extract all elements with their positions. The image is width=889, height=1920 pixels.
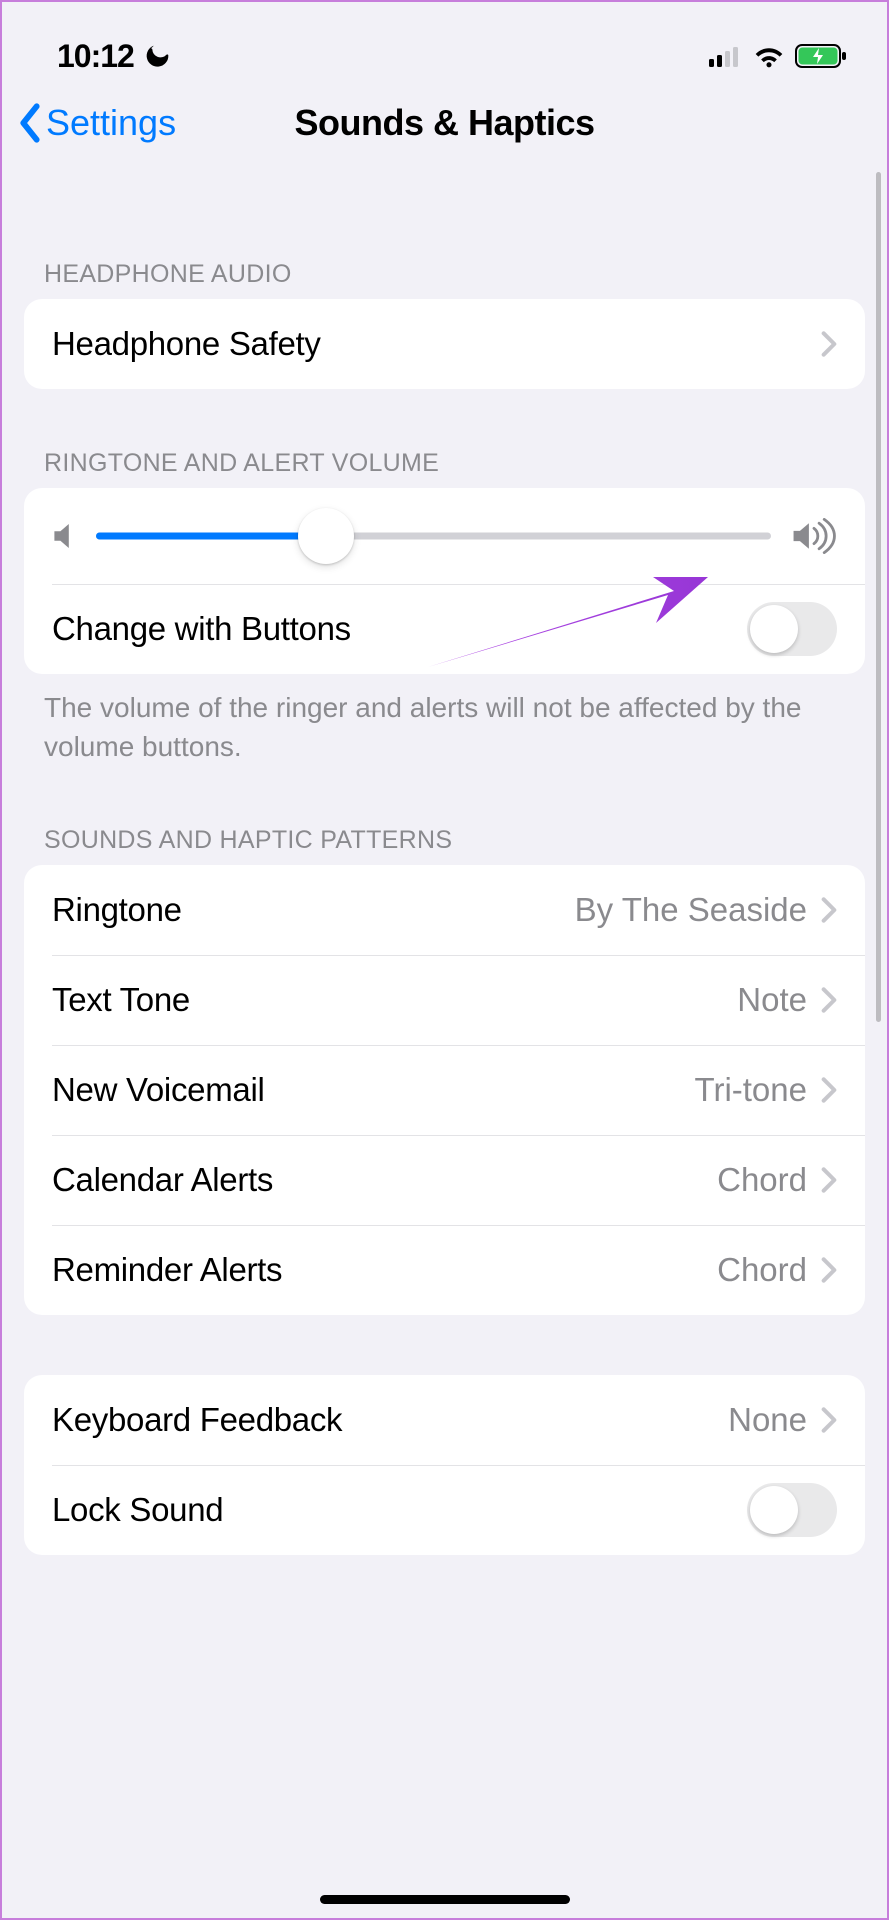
- scrollbar[interactable]: [876, 172, 881, 1022]
- chevron-right-icon: [821, 1256, 837, 1284]
- chevron-right-icon: [821, 896, 837, 924]
- cell-pattern-item[interactable]: Reminder AlertsChord: [24, 1225, 865, 1315]
- status-time: 10:12: [57, 38, 134, 75]
- status-left: 10:12: [57, 38, 170, 75]
- group-volume: Change with Buttons: [24, 488, 865, 674]
- chevron-right-icon: [821, 1076, 837, 1104]
- chevron-right-icon: [821, 986, 837, 1014]
- group-headphone: Headphone Safety: [24, 299, 865, 389]
- toggle-knob: [750, 605, 798, 653]
- status-bar: 10:12: [2, 2, 887, 82]
- volume-slider[interactable]: [96, 508, 771, 564]
- cell-label: Calendar Alerts: [52, 1161, 717, 1199]
- volume-high-icon: [791, 518, 837, 554]
- cell-label: Text Tone: [52, 981, 737, 1019]
- cell-label: Reminder Alerts: [52, 1251, 717, 1289]
- wifi-icon: [753, 44, 785, 68]
- cell-value: None: [728, 1401, 807, 1439]
- cell-label: Headphone Safety: [52, 325, 821, 363]
- section-header-patterns: SOUNDS AND HAPTIC PATTERNS: [2, 826, 887, 865]
- do-not-disturb-icon: [144, 43, 170, 69]
- slider-fill: [96, 533, 326, 540]
- cell-value: Chord: [717, 1161, 807, 1199]
- toggle-change-with-buttons[interactable]: [747, 602, 837, 656]
- cell-pattern-item[interactable]: RingtoneBy The Seaside: [24, 865, 865, 955]
- cell-value: By The Seaside: [575, 891, 807, 929]
- chevron-right-icon: [821, 330, 837, 358]
- cell-label: Keyboard Feedback: [52, 1401, 728, 1439]
- toggle-knob: [750, 1486, 798, 1534]
- battery-charging-icon: [795, 44, 847, 68]
- nav-bar: Settings Sounds & Haptics: [2, 102, 887, 182]
- volume-slider-cell: [24, 488, 865, 584]
- cell-value: Chord: [717, 1251, 807, 1289]
- section-header-volume: RINGTONE AND ALERT VOLUME: [2, 449, 887, 488]
- cellular-icon: [709, 45, 743, 67]
- cell-keyboard-feedback[interactable]: Keyboard Feedback None: [24, 1375, 865, 1465]
- section-footer-volume: The volume of the ringer and alerts will…: [2, 674, 887, 766]
- cell-pattern-item[interactable]: New VoicemailTri-tone: [24, 1045, 865, 1135]
- cell-label: Lock Sound: [52, 1491, 747, 1529]
- slider-thumb[interactable]: [298, 508, 354, 564]
- cell-label: Ringtone: [52, 891, 575, 929]
- section-header-headphone: HEADPHONE AUDIO: [2, 260, 887, 299]
- cell-pattern-item[interactable]: Text ToneNote: [24, 955, 865, 1045]
- cell-pattern-item[interactable]: Calendar AlertsChord: [24, 1135, 865, 1225]
- cell-lock-sound[interactable]: Lock Sound: [24, 1465, 865, 1555]
- group-other: Keyboard Feedback None Lock Sound: [24, 1375, 865, 1555]
- cell-change-with-buttons[interactable]: Change with Buttons: [24, 584, 865, 674]
- chevron-right-icon: [821, 1406, 837, 1434]
- chevron-left-icon: [16, 103, 44, 143]
- volume-low-icon: [52, 521, 76, 551]
- back-button[interactable]: Settings: [16, 102, 176, 144]
- page-title: Sounds & Haptics: [294, 102, 594, 144]
- toggle-lock-sound[interactable]: [747, 1483, 837, 1537]
- back-label: Settings: [46, 102, 176, 144]
- cell-label: Change with Buttons: [52, 610, 747, 648]
- cell-value: Note: [737, 981, 807, 1019]
- group-patterns: RingtoneBy The SeasideText ToneNoteNew V…: [24, 865, 865, 1315]
- status-right: [709, 44, 847, 68]
- cell-label: New Voicemail: [52, 1071, 695, 1109]
- home-indicator: [320, 1895, 570, 1904]
- cell-headphone-safety[interactable]: Headphone Safety: [24, 299, 865, 389]
- chevron-right-icon: [821, 1166, 837, 1194]
- cell-value: Tri-tone: [695, 1071, 807, 1109]
